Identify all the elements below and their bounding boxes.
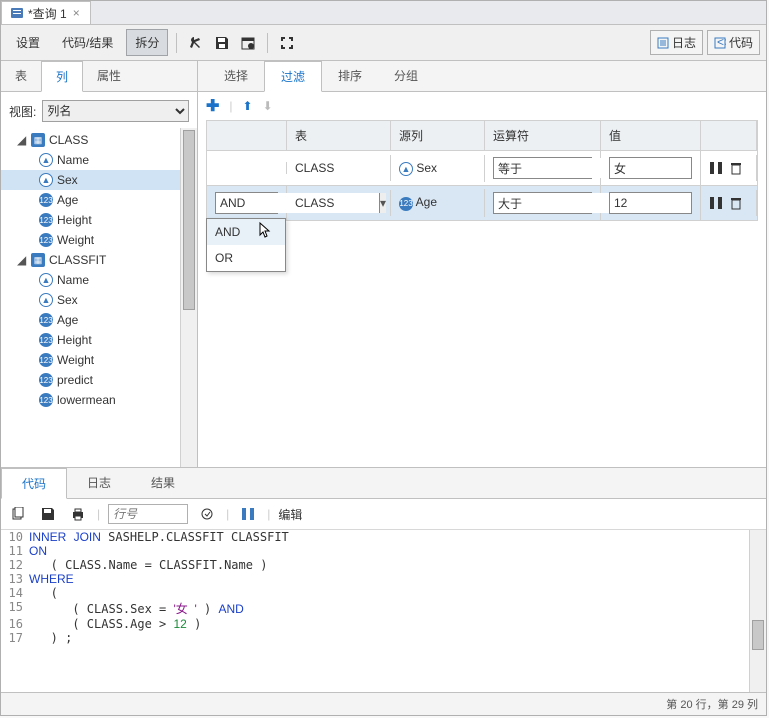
view-label: 视图: <box>9 103 36 120</box>
svg-text:<>: <> <box>717 37 726 49</box>
num-icon: 123 <box>39 353 53 367</box>
save-code-icon[interactable] <box>37 503 59 525</box>
column-tree: ◢▦CLASS ▲Name ▲Sex 123Age 123Height 123W… <box>1 128 197 412</box>
file-tab-title: *查询 1 <box>28 5 67 22</box>
code-button[interactable]: <>代码 <box>707 30 760 55</box>
code-editor[interactable]: 10INNER JOIN SASHELP.CLASSFIT CLASSFIT11… <box>1 530 766 692</box>
tab-table[interactable]: 表 <box>1 61 41 91</box>
tab-code[interactable]: 代码 <box>1 468 67 499</box>
code-scrollbar[interactable] <box>749 530 766 692</box>
line-number-input[interactable] <box>108 504 188 524</box>
log-button[interactable]: 日志 <box>650 30 703 55</box>
filter-row[interactable]: CLASS ▲ Sex ▾ <box>206 151 758 186</box>
tree-col[interactable]: 123Height <box>1 330 197 350</box>
fullscreen-icon[interactable] <box>276 32 298 54</box>
tree-col[interactable]: 123predict <box>1 370 197 390</box>
save-icon[interactable] <box>211 32 233 54</box>
toolbar-sep: | <box>229 99 232 113</box>
move-up-icon[interactable]: ⬆ <box>243 99 253 113</box>
tree-col[interactable]: 123Weight <box>1 350 197 370</box>
tree-col[interactable]: ▲Sex <box>1 290 197 310</box>
status-bar: 第 20 行，第 29 列 <box>1 692 766 715</box>
tree-table-class[interactable]: ◢▦CLASS <box>1 130 197 150</box>
tree-col[interactable]: 123Weight <box>1 230 197 250</box>
value-input[interactable] <box>609 157 692 179</box>
tab-log[interactable]: 日志 <box>67 468 131 498</box>
tab-sort[interactable]: 排序 <box>322 61 378 91</box>
logic-dropdown: AND OR <box>206 218 286 272</box>
dropdown-item-or[interactable]: OR <box>207 245 285 271</box>
copy-icon[interactable] <box>7 503 29 525</box>
tab-column[interactable]: 列 <box>41 61 83 92</box>
filter-header: 表 源列 运算符 值 <box>206 120 758 151</box>
schedule-icon[interactable] <box>237 32 259 54</box>
value-input[interactable] <box>609 192 692 214</box>
file-tab[interactable]: *查询 1 × <box>1 1 91 24</box>
num-icon: 123 <box>39 213 53 227</box>
delete-icon[interactable] <box>729 161 743 175</box>
num-icon: 123 <box>39 233 53 247</box>
goto-icon[interactable] <box>196 503 218 525</box>
tree-scrollbar[interactable] <box>180 128 197 467</box>
close-icon[interactable]: × <box>71 6 82 20</box>
operator-combo[interactable]: ▾ <box>493 192 592 214</box>
tab-attr[interactable]: 属性 <box>83 61 135 91</box>
query-icon <box>10 6 24 20</box>
settings-button[interactable]: 设置 <box>7 29 49 56</box>
file-tab-bar: *查询 1 × <box>1 1 766 25</box>
print-icon[interactable] <box>67 503 89 525</box>
tree-col[interactable]: 123Age <box>1 190 197 210</box>
tab-select[interactable]: 选择 <box>208 61 264 91</box>
filter-tabs: 选择 过滤 排序 分组 <box>198 61 766 92</box>
main-toolbar: 设置 代码/结果 拆分 日志 <>代码 <box>1 25 766 61</box>
move-down-icon: ⬇ <box>263 99 273 113</box>
tree-table-classfit[interactable]: ◢▦CLASSFIT <box>1 250 197 270</box>
view-select[interactable]: 列名 <box>42 100 189 122</box>
char-icon: ▲ <box>39 153 53 167</box>
left-tabs: 表 列 属性 <box>1 61 197 92</box>
tree-col[interactable]: ▲Name <box>1 270 197 290</box>
tree-col-sex[interactable]: ▲Sex <box>1 170 197 190</box>
add-filter-icon[interactable]: ✚ <box>206 96 219 116</box>
char-icon: ▲ <box>399 162 413 176</box>
delete-icon[interactable] <box>729 196 743 210</box>
lookup-icon[interactable] <box>709 196 723 210</box>
bottom-tabs: 代码 日志 结果 <box>1 468 766 499</box>
char-icon: ▲ <box>39 273 53 287</box>
logic-combo[interactable]: ▾ <box>215 192 278 214</box>
num-icon: 123 <box>39 393 53 407</box>
tree-col[interactable]: ▲Name <box>1 150 197 170</box>
filter-row[interactable]: ▾ CLASS 123 Age ▾ <box>206 186 758 221</box>
num-icon: 123 <box>39 193 53 207</box>
table-icon: ▦ <box>31 133 45 147</box>
char-icon: ▲ <box>39 293 53 307</box>
find-icon[interactable] <box>237 503 259 525</box>
dropdown-item-and[interactable]: AND <box>207 219 285 245</box>
num-icon: 123 <box>39 373 53 387</box>
num-icon: 123 <box>399 197 413 211</box>
edit-button[interactable]: 编辑 <box>278 506 302 523</box>
split-button[interactable]: 拆分 <box>126 29 168 56</box>
tree-col[interactable]: 123Height <box>1 210 197 230</box>
num-icon: 123 <box>39 313 53 327</box>
num-icon: 123 <box>39 333 53 347</box>
code-result-button[interactable]: 代码/结果 <box>53 29 122 56</box>
tab-group[interactable]: 分组 <box>378 61 434 91</box>
tree-col[interactable]: 123lowermean <box>1 390 197 410</box>
table-icon: ▦ <box>31 253 45 267</box>
operator-combo[interactable]: ▾ <box>493 157 592 179</box>
char-icon: ▲ <box>39 173 53 187</box>
tab-filter[interactable]: 过滤 <box>264 61 322 92</box>
lookup-icon[interactable] <box>709 161 723 175</box>
tree-col[interactable]: 123Age <box>1 310 197 330</box>
tab-result[interactable]: 结果 <box>131 468 195 498</box>
run-icon[interactable] <box>185 32 207 54</box>
